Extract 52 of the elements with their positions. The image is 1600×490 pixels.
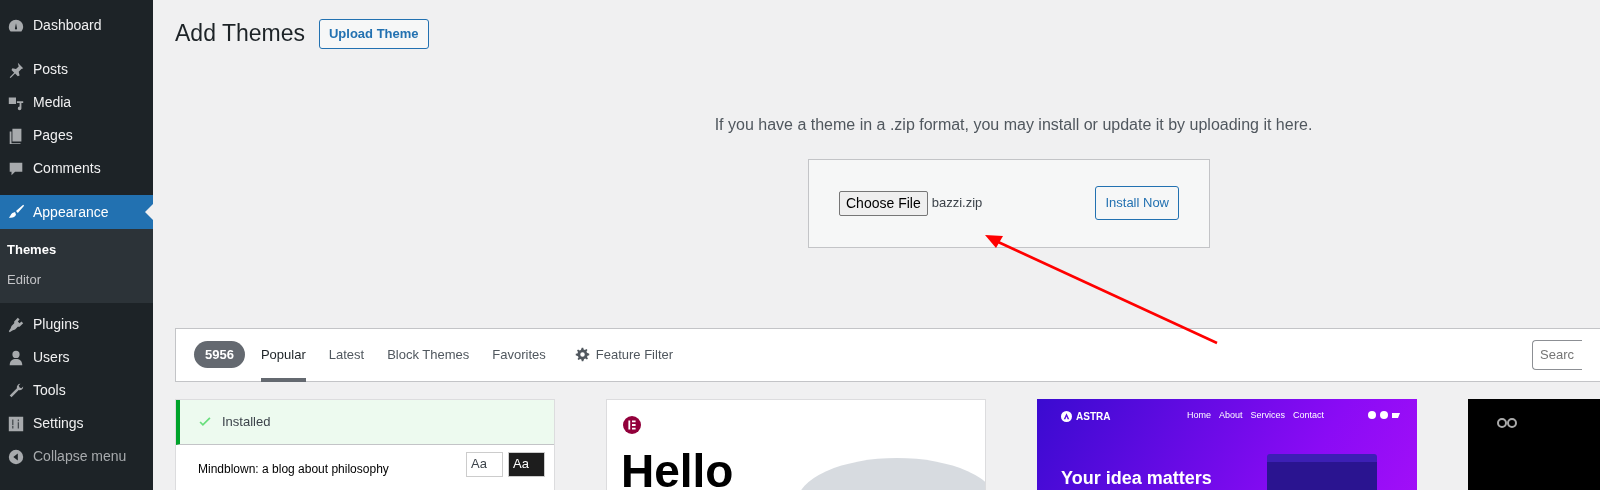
style-variation-chip[interactable]: Aa [466, 451, 503, 477]
page-title: Add Themes [175, 19, 305, 48]
theme-card[interactable]: ASTRA Home About Services Contact Your idea matters [1037, 398, 1417, 490]
menu-item[interactable]: Users [0, 341, 153, 374]
style-variation-chip[interactable]: Aa [508, 451, 545, 477]
menu-item[interactable]: Media [0, 86, 153, 119]
collapse-menu-button[interactable]: Collapse menu [0, 440, 153, 473]
preview-nav-link: Home [1187, 408, 1211, 422]
menu-item[interactable]: Pages [0, 119, 153, 152]
astra-logo-icon [1061, 410, 1072, 422]
menu-item[interactable]: Tools [0, 374, 153, 407]
plug-icon [7, 315, 25, 334]
upload-instructions: If you have a theme in a .zip format, you may install or update it by uploading it here. [713, 114, 1314, 135]
menu-item[interactable]: Comments [0, 152, 153, 185]
gear-icon [574, 347, 590, 362]
install-now-button[interactable]: Install Now [1095, 186, 1179, 220]
theme-preview-heading: Your idea matters [1061, 466, 1212, 490]
paintbrush-icon [7, 203, 25, 221]
preview-nav-link: Services [1250, 408, 1286, 422]
theme-card[interactable]: Hello [606, 398, 986, 490]
checkmark-icon [198, 414, 212, 429]
preview-nav-link: Contact [1293, 408, 1325, 422]
wrench-icon [7, 381, 25, 400]
filter-tab[interactable]: Block Themes [387, 327, 470, 382]
file-name: bazzi.zip [931, 194, 983, 213]
menu-item[interactable]: Posts [0, 53, 153, 86]
theme-card[interactable]: Installed Mindblown: a blog about philosophy Aa Aa [175, 398, 555, 490]
filter-tab[interactable]: Popular [260, 327, 306, 382]
person-icon [7, 348, 25, 367]
menu-item[interactable]: Appearance [0, 195, 153, 229]
submenu-item[interactable]: Themes [0, 236, 153, 266]
theme-preview-heading: Mindblown: a blog about philosophy [198, 460, 389, 478]
social-icons [1367, 409, 1401, 420]
pushpin-icon [7, 60, 25, 79]
menu-item[interactable]: Settings [0, 407, 153, 440]
submenu-item[interactable]: Editor [0, 265, 153, 295]
logo-text: ASTRA [1076, 409, 1111, 424]
feature-filter-link[interactable]: Feature Filter [574, 344, 674, 365]
menu-item[interactable]: Dashboard [0, 9, 153, 42]
upload-theme-button[interactable]: Upload Theme [319, 19, 429, 49]
filter-tab[interactable]: Favorites [492, 327, 546, 382]
filter-tab[interactable]: Latest [328, 327, 365, 382]
theme-preview-heading: Hello [621, 447, 734, 490]
choose-file-button[interactable]: Choose File [839, 190, 928, 216]
preview-nav-link: About [1219, 408, 1243, 422]
current-pointer-icon [145, 204, 153, 220]
installed-label: Installed [222, 412, 271, 431]
elementor-logo-icon [623, 415, 641, 434]
sliders-icon [7, 414, 25, 433]
search-field[interactable]: Searc [1532, 339, 1582, 370]
theme-count: 5956 [194, 340, 245, 369]
menu-item[interactable]: Plugins [0, 308, 153, 341]
